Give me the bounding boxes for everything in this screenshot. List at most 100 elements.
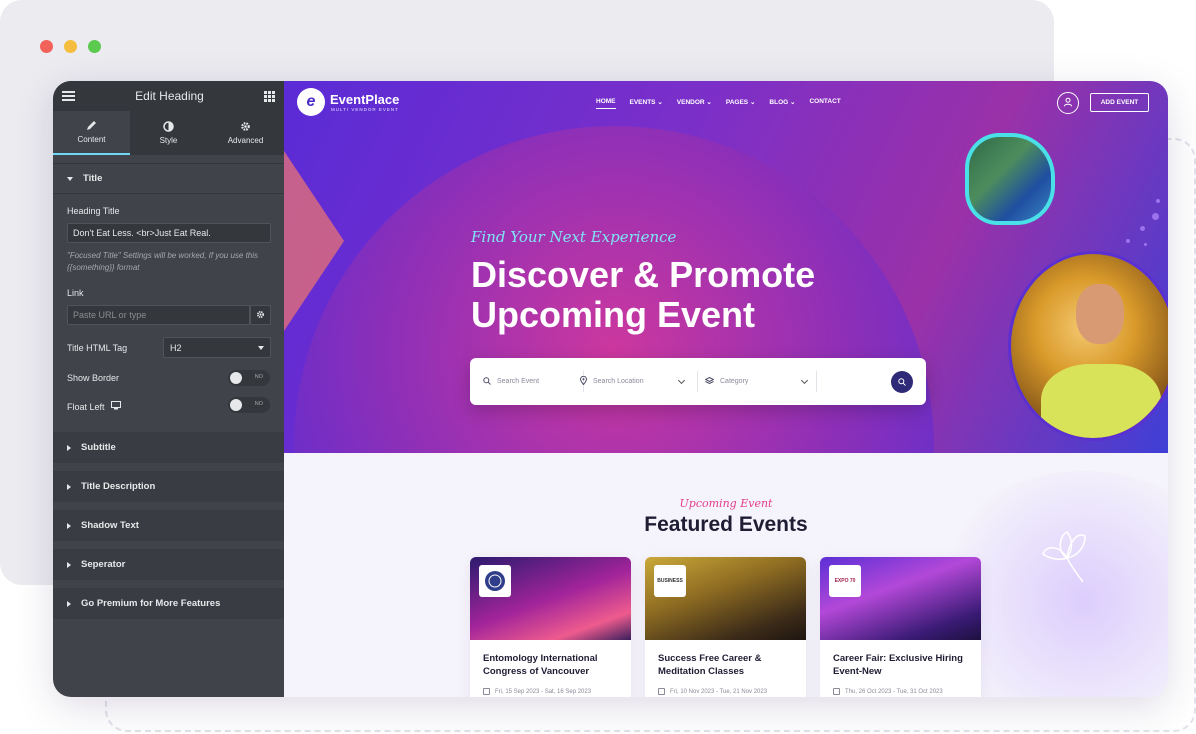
section-label: Seperator (81, 559, 126, 570)
toggle-state: NO (254, 401, 263, 407)
event-image: EXPO 70 (820, 557, 981, 640)
focused-title-note: "Focused Title" Settings will be worked,… (67, 251, 259, 272)
nav-vendor[interactable]: VENDOR ⌄ (677, 98, 712, 109)
location-pin-icon (579, 375, 588, 387)
event-image: BUSINESS (645, 557, 806, 640)
tab-advanced[interactable]: Advanced (207, 111, 284, 155)
hero-section: e EventPlace MULTI VENDOR EVENT HOME EVE… (284, 81, 1168, 453)
link-options-button[interactable] (250, 305, 271, 325)
badge-text: BUSINESS (657, 578, 683, 584)
add-event-button[interactable]: ADD EVENT (1090, 93, 1149, 112)
section-go-premium-toggle[interactable]: Go Premium for More Features (53, 588, 284, 619)
calendar-icon (833, 688, 840, 695)
maximize-dot[interactable] (88, 40, 101, 53)
event-title[interactable]: Success Free Career & Meditation Classes (645, 640, 806, 678)
event-card[interactable]: Entomology International Congress of Van… (470, 557, 631, 697)
panel-header: Edit Heading (53, 81, 284, 111)
caret-right-icon (67, 561, 71, 568)
html-tag-label: Title HTML Tag (67, 343, 128, 353)
show-border-toggle[interactable]: NO (228, 370, 270, 386)
search-event-field[interactable]: Search Event (483, 358, 584, 405)
event-title[interactable]: Career Fair: Exclusive Hiring Event-New (820, 640, 981, 678)
search-location-field[interactable]: Search Location (579, 358, 698, 405)
category-select[interactable]: Category (704, 358, 817, 405)
section-label: Subtitle (81, 442, 116, 453)
event-search-bar: Search Event Search Location Category (470, 358, 926, 405)
event-date: Fri, 15 Sep 2023 - Sat, 16 Sep 2023 (483, 688, 591, 695)
nav-events[interactable]: EVENTS ⌄ (630, 98, 663, 109)
logo-icon[interactable]: e (297, 88, 325, 116)
toggle-state: NO (254, 374, 263, 380)
html-tag-select[interactable]: H2 (163, 337, 271, 358)
user-account-button[interactable] (1057, 92, 1079, 114)
event-date-text: Fri, 10 Nov 2023 - Tue, 21 Nov 2023 (670, 688, 768, 695)
main-nav: HOME EVENTS ⌄ VENDOR ⌄ PAGES ⌄ BLOG ⌄ CO… (596, 98, 841, 109)
tab-style[interactable]: Style (130, 111, 207, 155)
nav-label: BLOG (769, 99, 789, 106)
featured-title: Featured Events (644, 513, 808, 536)
link-input[interactable]: Paste URL or type (67, 305, 250, 325)
section-title-description-toggle[interactable]: Title Description (53, 471, 284, 502)
section-label: Shadow Text (81, 520, 139, 531)
section-subtitle-toggle[interactable]: Subtitle (53, 432, 284, 463)
search-icon (898, 373, 906, 391)
window-controls (40, 40, 101, 53)
caret-right-icon (67, 600, 71, 607)
heading-title-input[interactable]: Don't Eat Less. <br>Just Eat Real. (67, 223, 271, 243)
hero-photo-speaker (1008, 251, 1168, 441)
nav-home[interactable]: HOME (596, 98, 616, 109)
panel-title: Edit Heading (135, 89, 204, 103)
nav-blog[interactable]: BLOG ⌄ (769, 98, 795, 109)
layers-icon (704, 376, 715, 387)
event-logo-badge (479, 565, 511, 597)
event-date-text: Fri, 15 Sep 2023 - Sat, 16 Sep 2023 (495, 688, 592, 695)
site-preview: e EventPlace MULTI VENDOR EVENT HOME EVE… (284, 81, 1168, 697)
calendar-icon (658, 688, 665, 695)
menu-icon[interactable] (62, 91, 75, 101)
event-logo-badge: EXPO 70 (829, 565, 861, 597)
html-tag-value: H2 (170, 342, 182, 353)
nav-pages[interactable]: PAGES ⌄ (726, 98, 756, 109)
nav-label: EVENTS (629, 99, 656, 106)
logo-name[interactable]: EventPlace (330, 92, 399, 107)
event-logo-badge: BUSINESS (654, 565, 686, 597)
section-separator-toggle[interactable]: Seperator (53, 549, 284, 580)
panel-tabs: Content Style Advanced (53, 111, 284, 155)
event-date: Thu, 26 Oct 2023 - Tue, 31 Oct 2023 (833, 688, 943, 695)
gear-icon (240, 121, 251, 132)
float-left-row: Float Left (67, 401, 121, 412)
nav-label: VENDOR (676, 99, 705, 106)
close-dot[interactable] (40, 40, 53, 53)
section-shadow-text-toggle[interactable]: Shadow Text (53, 510, 284, 541)
search-icon (483, 376, 491, 387)
event-card[interactable]: BUSINESS Success Free Career & Meditatio… (645, 557, 806, 697)
event-date-text: Thu, 26 Oct 2023 - Tue, 31 Oct 2023 (845, 688, 943, 695)
search-event-placeholder: Search Event (497, 378, 540, 385)
nav-label: PAGES (725, 99, 749, 106)
collapsed-sections: Subtitle Title Description Shadow Text S… (53, 432, 284, 627)
minimize-dot[interactable] (64, 40, 77, 53)
toggle-knob (230, 372, 242, 384)
tab-label: Style (159, 136, 178, 145)
site-header: e EventPlace MULTI VENDOR EVENT HOME EVE… (284, 81, 1168, 125)
tab-content[interactable]: Content (53, 111, 130, 155)
caret-right-icon (67, 483, 71, 490)
event-card[interactable]: EXPO 70 Career Fair: Exclusive Hiring Ev… (820, 557, 981, 697)
hero-eyebrow: Find Your Next Experience (471, 228, 677, 246)
tab-label: Content (77, 135, 106, 144)
badge-text: EXPO 70 (834, 578, 856, 584)
search-submit-button[interactable] (891, 371, 913, 393)
nav-contact[interactable]: CONTACT (809, 98, 840, 109)
section-title-toggle[interactable]: Title (53, 163, 284, 194)
contrast-icon (163, 121, 174, 132)
desktop-icon[interactable] (110, 401, 121, 412)
float-left-toggle[interactable]: NO (228, 397, 270, 413)
app-window: Edit Heading Content Style Advanced Titl… (53, 81, 1168, 697)
event-title[interactable]: Entomology International Congress of Van… (470, 640, 631, 678)
gear-icon (256, 306, 265, 324)
toggle-knob (230, 399, 242, 411)
section-label: Go Premium for More Features (81, 598, 221, 609)
widgets-grid-icon[interactable] (264, 90, 275, 102)
hero-photo-relaxing (965, 133, 1055, 225)
caret-down-icon (258, 345, 264, 350)
